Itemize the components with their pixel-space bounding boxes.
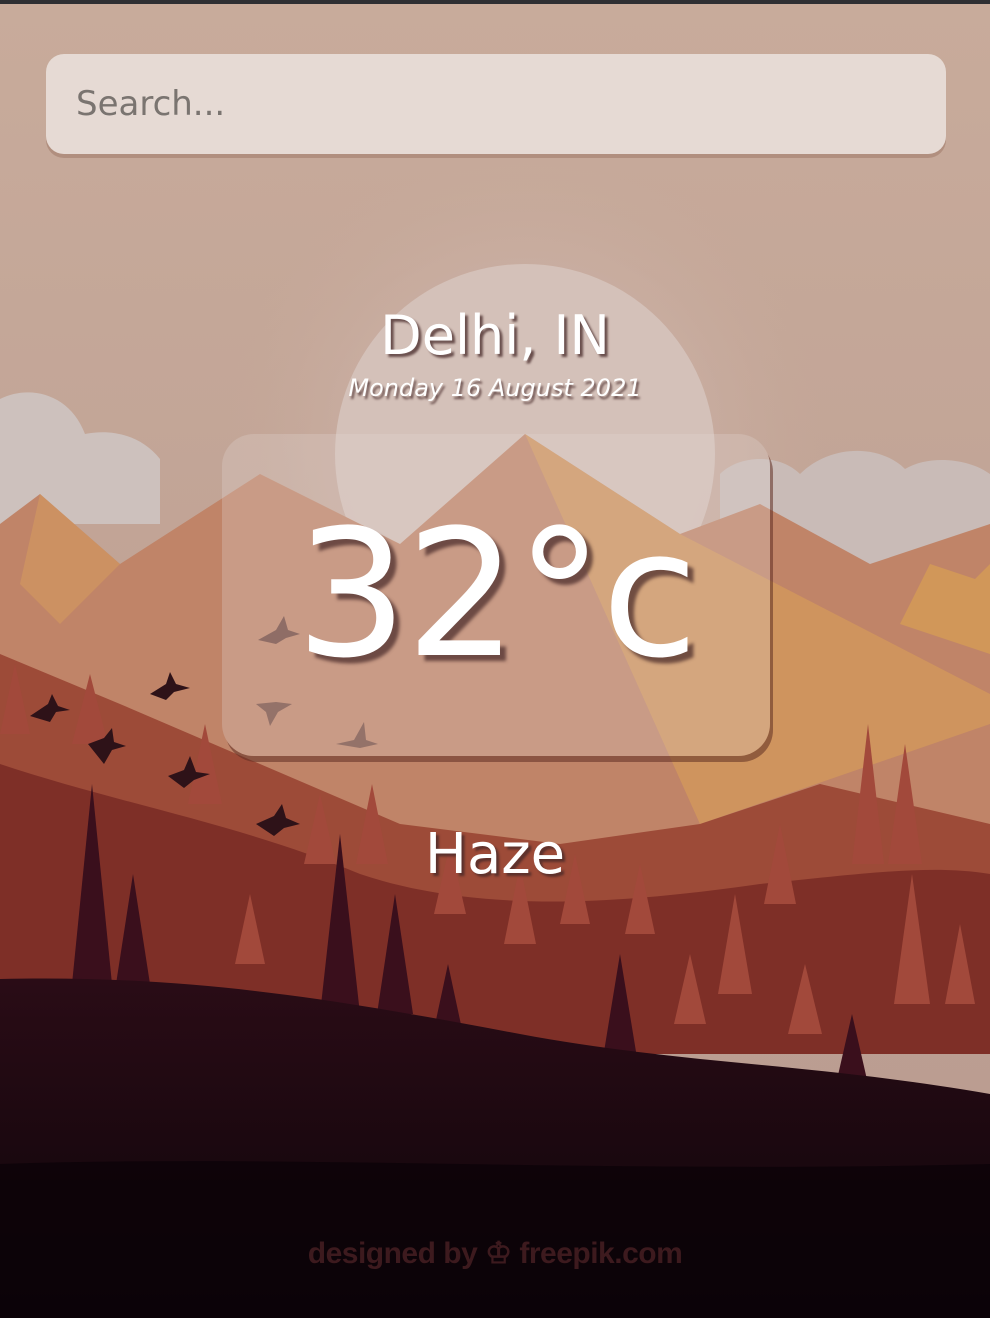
weather-app: Delhi, IN Monday 16 August 2021 32°c Haz…	[0, 0, 990, 1318]
temperature-value: 32°c	[295, 492, 699, 697]
temperature-card: 32°c	[222, 434, 770, 756]
weather-condition: Haze	[424, 822, 566, 887]
designer-credit: designed by ♔ freepik.com	[307, 1237, 683, 1270]
search-input[interactable]	[46, 54, 946, 154]
location-name: Delhi, IN	[380, 304, 610, 367]
current-date: Monday 16 August 2021	[348, 374, 642, 402]
